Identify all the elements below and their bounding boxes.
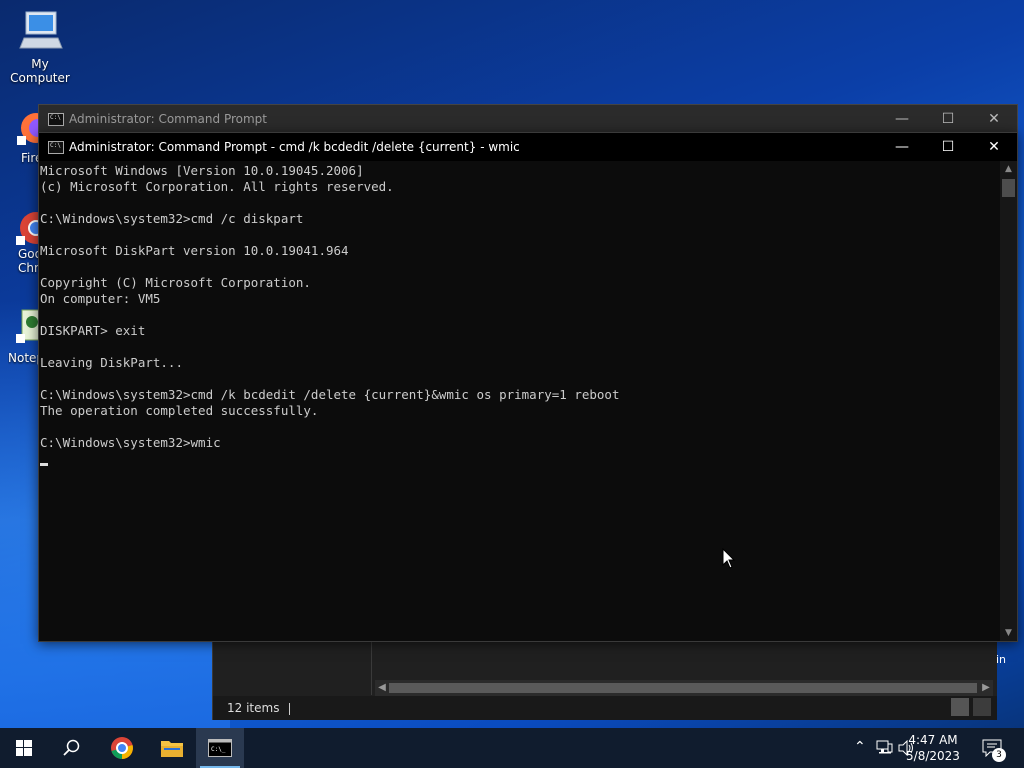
network-icon[interactable] [876,740,894,756]
title-bar[interactable]: Administrator: Command Prompt - cmd /k b… [39,133,1017,161]
search-button[interactable] [48,728,96,768]
scrollbar-thumb[interactable] [389,683,977,693]
command-prompt-window[interactable]: Administrator: Command Prompt - cmd /k b… [38,132,1018,642]
console-line: The operation completed successfully. [40,403,319,418]
system-tray: ⌃ 4:47 AM 5/8/2023 3 [824,728,1024,768]
close-button[interactable]: ✕ [971,133,1017,161]
desktop-icon-label: My Computer [10,57,70,85]
text-cursor [40,463,48,466]
taskbar: C:\_ ⌃ 4:47 AM 5/8/2023 3 [0,728,1024,768]
status-bar: 12 items [213,696,997,720]
maximize-button[interactable]: ☐ [925,105,971,133]
notepad-icon [16,309,42,343]
console-line: C:\Windows\system32>cmd /k bcdedit /dele… [40,387,620,402]
maximize-button[interactable]: ☐ [925,133,971,161]
scroll-down-icon[interactable]: ▼ [1000,625,1017,641]
scroll-right-icon[interactable]: ▶ [979,680,993,696]
chevron-up-icon[interactable]: ⌃ [854,739,866,755]
start-button[interactable] [0,728,48,768]
console-line: (c) Microsoft Corporation. All rights re… [40,179,394,194]
window-edge-text: in [996,653,1007,666]
console-line: On computer: VM5 [40,291,161,306]
close-button[interactable]: ✕ [971,105,1017,133]
taskbar-chrome[interactable] [98,728,146,768]
clock-time: 4:47 AM [908,733,958,747]
minimize-button[interactable]: — [879,105,925,133]
scroll-left-icon[interactable]: ◀ [375,680,389,696]
command-prompt-icon: C:\_ [208,739,232,757]
desktop-icon-notepad[interactable]: Notep [8,306,42,365]
scrollbar-thumb[interactable] [1002,179,1015,197]
large-icons-view-icon[interactable] [973,698,991,716]
taskbar-command-prompt[interactable]: C:\_ [196,728,244,768]
console-output[interactable]: Microsoft Windows [Version 10.0.19045.20… [40,163,998,633]
window-title: Administrator: Command Prompt - cmd /k b… [69,140,520,154]
computer-icon [19,11,63,49]
details-view-icon[interactable] [951,698,969,716]
scroll-up-icon[interactable]: ▲ [1000,161,1017,177]
search-icon [63,739,80,756]
console-line: Copyright (C) Microsoft Corporation. [40,275,311,290]
desktop-icon-my-computer[interactable]: My Computer [0,8,80,85]
windows-logo-icon [16,740,32,756]
chrome-icon [111,737,133,759]
clock[interactable]: 4:47 AM 5/8/2023 [898,732,968,764]
svg-text:C:\_: C:\_ [211,746,226,753]
vertical-scrollbar[interactable]: ▲ ▼ [1000,161,1017,641]
view-toggle [947,698,991,722]
window-title: Administrator: Command Prompt [69,112,267,126]
minimize-button[interactable]: — [879,133,925,161]
cmd-app-icon [48,141,64,154]
console-line: Leaving DiskPart... [40,355,183,370]
mouse-pointer-icon [722,548,736,569]
desktop-icon-label: Notep [8,351,42,365]
console-line: Microsoft Windows [Version 10.0.19045.20… [40,163,364,178]
console-line: DISKPART> exit [40,323,146,338]
status-separator [289,702,291,715]
cmd-app-icon [48,113,64,126]
taskbar-file-explorer[interactable] [148,728,196,768]
pane-divider [371,640,372,695]
file-explorer-window[interactable]: ◀ ▶ 12 items [212,640,997,720]
console-line: C:\Windows\system32>wmic [40,435,221,450]
notification-count-badge: 3 [992,748,1006,762]
item-count: 12 items [227,701,280,715]
clock-date: 5/8/2023 [906,749,960,763]
horizontal-scrollbar[interactable]: ◀ ▶ [375,680,993,696]
console-line: Microsoft DiskPart version 10.0.19041.96… [40,243,349,258]
folder-icon [161,741,183,757]
console-line: C:\Windows\system32>cmd /c diskpart [40,211,304,226]
